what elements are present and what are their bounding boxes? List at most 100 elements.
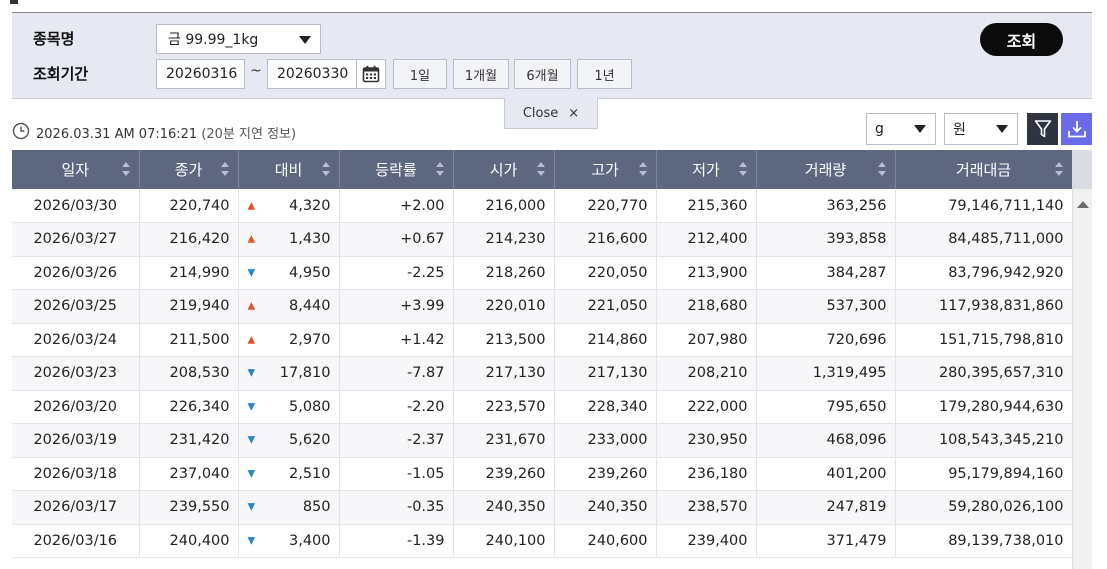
cell-volume: 468,096 bbox=[756, 423, 896, 458]
sort-icon bbox=[435, 162, 444, 176]
cell-low: 213,900 bbox=[656, 256, 757, 290]
cell-change: ▼ 17,810 bbox=[238, 356, 340, 391]
triangle-down-icon: ▼ bbox=[247, 434, 256, 446]
cell-rate: -2.25 bbox=[339, 256, 454, 290]
period-1year-button[interactable]: 1년 bbox=[577, 59, 632, 89]
sort-icon bbox=[1054, 162, 1063, 176]
cell-open: 214,230 bbox=[453, 222, 555, 257]
triangle-down-icon: ▼ bbox=[247, 401, 256, 413]
cell-low: 236,180 bbox=[656, 457, 757, 491]
cell-open: 231,670 bbox=[453, 423, 555, 458]
table-row[interactable]: 2026/03/24 211,500 ▲ 2,970 +1.42 213,500 214,8… bbox=[12, 323, 1073, 357]
currency-unit-select[interactable]: 원 bbox=[944, 113, 1018, 145]
filter-button[interactable] bbox=[1027, 113, 1058, 145]
cell-open: 216,000 bbox=[453, 189, 555, 223]
cell-date: 2026/03/23 bbox=[12, 356, 140, 391]
cell-open: 218,260 bbox=[453, 256, 555, 290]
cell-low: 239,400 bbox=[656, 524, 757, 558]
triangle-down-icon: ▼ bbox=[247, 501, 256, 513]
column-header-close[interactable]: 종가 bbox=[139, 150, 239, 189]
cell-high: 221,050 bbox=[554, 289, 657, 324]
cell-rate: +2.00 bbox=[339, 189, 454, 223]
cell-high: 239,260 bbox=[554, 457, 657, 491]
change-value: 5,080 bbox=[288, 398, 331, 415]
triangle-up-icon: ▲ bbox=[247, 200, 256, 211]
search-button[interactable]: 조회 bbox=[980, 23, 1063, 56]
triangle-up-icon: ▲ bbox=[247, 334, 256, 346]
cell-volume: 247,819 bbox=[756, 490, 896, 525]
clock-icon bbox=[12, 122, 30, 140]
close-panel-button[interactable]: Close × bbox=[504, 98, 598, 129]
item-select[interactable]: 금 99.99_1kg bbox=[156, 24, 321, 54]
column-header-amount[interactable]: 거래대금 bbox=[895, 150, 1073, 189]
download-button[interactable] bbox=[1061, 113, 1092, 145]
table-row[interactable]: 2026/03/27 216,420 ▲ 1,430 +0.67 214,230 216,6… bbox=[12, 222, 1073, 257]
period-1day-button[interactable]: 1일 bbox=[393, 59, 447, 89]
triangle-down-icon: ▼ bbox=[247, 535, 256, 547]
cell-high: 240,350 bbox=[554, 490, 657, 525]
cell-open: 239,260 bbox=[453, 457, 555, 491]
cell-high: 214,860 bbox=[554, 323, 657, 357]
table-row[interactable]: 2026/03/23 208,530 ▼ 17,810 -7.87 217,130 217,… bbox=[12, 356, 1073, 391]
calendar-button[interactable] bbox=[357, 59, 386, 89]
table-row[interactable]: 2026/03/25 219,940 ▲ 8,440 +3.99 220,010 221,0… bbox=[12, 289, 1073, 324]
cell-low: 218,680 bbox=[656, 289, 757, 324]
column-header-low[interactable]: 저가 bbox=[656, 150, 757, 189]
caret-down-icon bbox=[996, 125, 1008, 133]
table-row[interactable]: 2026/03/20 226,340 ▼ 5,080 -2.20 223,570 228,3… bbox=[12, 390, 1073, 424]
period-6month-button[interactable]: 6개월 bbox=[514, 59, 571, 89]
table-row[interactable]: 2026/03/19 231,420 ▼ 5,620 -2.37 231,670 233,0… bbox=[12, 423, 1073, 458]
cell-date: 2026/03/19 bbox=[12, 423, 140, 458]
cell-change: ▼ 2,510 bbox=[238, 457, 340, 491]
cell-close: 216,420 bbox=[139, 222, 239, 257]
end-date-input[interactable]: 20260330 bbox=[267, 59, 357, 89]
cell-high: 217,130 bbox=[554, 356, 657, 391]
column-header-high[interactable]: 고가 bbox=[554, 150, 657, 189]
cell-volume: 401,200 bbox=[756, 457, 896, 491]
column-header-date[interactable]: 일자 bbox=[12, 150, 140, 189]
table-row[interactable]: 2026/03/30 220,740 ▲ 4,320 +2.00 216,000 220,7… bbox=[12, 189, 1073, 223]
cell-date: 2026/03/24 bbox=[12, 323, 140, 357]
timestamp: 2026.03.31 AM 07:16:21 (20분 지연 정보) bbox=[36, 123, 296, 142]
column-header-change[interactable]: 대비 bbox=[238, 150, 340, 189]
scroll-up-icon[interactable] bbox=[1077, 201, 1089, 208]
table-row[interactable]: 2026/03/17 239,550 ▼ 850 -0.35 240,350 240,350… bbox=[12, 490, 1073, 525]
sort-icon bbox=[877, 162, 886, 176]
weight-unit-select[interactable]: g bbox=[866, 113, 936, 145]
column-header-rate[interactable]: 등락률 bbox=[339, 150, 454, 189]
table-row[interactable]: 2026/03/16 240,400 ▼ 3,400 -1.39 240,100 240,6… bbox=[12, 524, 1073, 558]
cell-rate: +1.42 bbox=[339, 323, 454, 357]
cell-close: 214,990 bbox=[139, 256, 239, 290]
search-panel: 종목명 조회기간 금 99.99_1kg 20260316 ~ 20260330 bbox=[12, 13, 1092, 99]
cell-rate: +3.99 bbox=[339, 289, 454, 324]
triangle-down-icon: ▼ bbox=[247, 468, 256, 480]
delay-note: (20분 지연 정보) bbox=[201, 127, 297, 142]
cell-low: 207,980 bbox=[656, 323, 757, 357]
start-date-input[interactable]: 20260316 bbox=[156, 59, 245, 89]
data-grid: 일자 종가 대비 등락률 시가 고가 저가 거래량 거래대금 2026/03/3… bbox=[12, 150, 1073, 558]
cell-amount: 151,715,798,810 bbox=[895, 323, 1073, 357]
table-row[interactable]: 2026/03/18 237,040 ▼ 2,510 -1.05 239,260 239,2… bbox=[12, 457, 1073, 491]
table-row[interactable]: 2026/03/26 214,990 ▼ 4,950 -2.25 218,260 220,0… bbox=[12, 256, 1073, 290]
change-value: 1,430 bbox=[288, 231, 331, 248]
cell-change: ▼ 850 bbox=[238, 490, 340, 525]
column-header-open[interactable]: 시가 bbox=[453, 150, 555, 189]
cell-date: 2026/03/25 bbox=[12, 289, 140, 324]
table-header-row: 일자 종가 대비 등락률 시가 고가 저가 거래량 거래대금 bbox=[12, 150, 1073, 189]
item-label: 종목명 bbox=[33, 30, 75, 48]
vertical-scrollbar[interactable] bbox=[1072, 150, 1092, 569]
cell-rate: -1.05 bbox=[339, 457, 454, 491]
sort-icon bbox=[220, 162, 229, 176]
period-1month-button[interactable]: 1개월 bbox=[453, 59, 509, 89]
cell-date: 2026/03/26 bbox=[12, 256, 140, 290]
cell-date: 2026/03/16 bbox=[12, 524, 140, 558]
column-header-volume[interactable]: 거래량 bbox=[756, 150, 896, 189]
weight-unit-value: g bbox=[875, 121, 884, 137]
cell-high: 216,600 bbox=[554, 222, 657, 257]
cell-change: ▲ 8,440 bbox=[238, 289, 340, 324]
sort-icon bbox=[738, 162, 747, 176]
page: 종목명 조회기간 금 99.99_1kg 20260316 ~ 20260330 bbox=[0, 0, 1107, 569]
item-select-value: 금 99.99_1kg bbox=[168, 32, 259, 48]
sort-icon bbox=[121, 162, 130, 176]
cell-change: ▲ 4,320 bbox=[238, 189, 340, 223]
